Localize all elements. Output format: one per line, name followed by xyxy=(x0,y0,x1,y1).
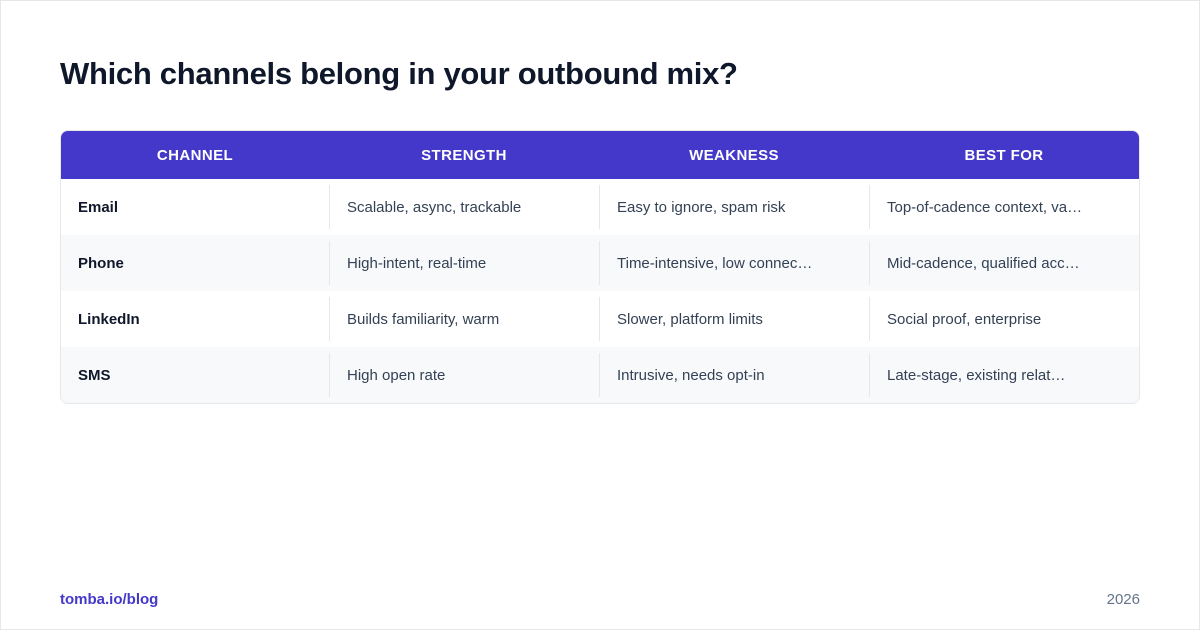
cell-weakness: Easy to ignore, spam risk xyxy=(599,185,869,229)
cell-text: Builds familiarity, warm xyxy=(347,310,500,328)
cell-text: Slower, platform limits xyxy=(617,310,763,328)
header-weakness: WEAKNESS xyxy=(689,146,779,164)
table-row: Phone High-intent, real-time Time-intens… xyxy=(61,235,1139,291)
page-title: Which channels belong in your outbound m… xyxy=(60,56,738,91)
header-best-for: BEST FOR xyxy=(964,146,1044,164)
footer-year: 2026 xyxy=(1106,591,1140,608)
cell-strength: High open rate xyxy=(329,353,599,397)
cell-channel: LinkedIn xyxy=(61,297,329,341)
cell-best-for: Late-stage, existing relat… xyxy=(869,353,1139,397)
cell-text: Time-intensive, low connec… xyxy=(617,254,813,272)
cell-strength: High-intent, real-time xyxy=(329,241,599,285)
header-channel: CHANNEL xyxy=(156,146,234,164)
cell-text: Social proof, enterprise xyxy=(887,310,1042,328)
cell-channel: Phone xyxy=(61,241,329,285)
cell-text: Mid-cadence, qualified acc… xyxy=(887,254,1080,272)
table-row: LinkedIn Builds familiarity, warm Slower… xyxy=(61,291,1139,347)
cell-text: Phone xyxy=(78,254,124,272)
cell-best-for: Social proof, enterprise xyxy=(869,297,1139,341)
cell-text: Intrusive, needs opt-in xyxy=(617,366,765,384)
cell-best-for: Top-of-cadence context, va… xyxy=(869,185,1139,229)
cell-best-for: Mid-cadence, qualified acc… xyxy=(869,241,1139,285)
cell-text: LinkedIn xyxy=(78,310,140,328)
cell-channel: SMS xyxy=(61,353,329,397)
cell-weakness: Slower, platform limits xyxy=(599,297,869,341)
cell-strength: Scalable, async, trackable xyxy=(329,185,599,229)
cell-text: Easy to ignore, spam risk xyxy=(617,198,786,216)
cell-text: Top-of-cadence context, va… xyxy=(887,198,1083,216)
blog-link[interactable]: tomba.io/blog xyxy=(60,591,158,608)
cell-strength: Builds familiarity, warm xyxy=(329,297,599,341)
table-row: Email Scalable, async, trackable Easy to… xyxy=(61,179,1139,235)
cell-text: Scalable, async, trackable xyxy=(347,198,522,216)
cell-text: Email xyxy=(78,198,119,216)
cell-text: High-intent, real-time xyxy=(347,254,487,272)
header-strength: STRENGTH xyxy=(421,146,507,164)
cell-text: High open rate xyxy=(347,366,446,384)
cell-text: Late-stage, existing relat… xyxy=(887,366,1066,384)
channels-table: CHANNEL STRENGTH WEAKNESS BEST FOR Email… xyxy=(60,130,1140,404)
cell-weakness: Intrusive, needs opt-in xyxy=(599,353,869,397)
cell-text: SMS xyxy=(78,366,111,384)
page: Which channels belong in your outbound m… xyxy=(0,0,1200,630)
cell-channel: Email xyxy=(61,185,329,229)
cell-weakness: Time-intensive, low connec… xyxy=(599,241,869,285)
table-header: CHANNEL STRENGTH WEAKNESS BEST FOR xyxy=(61,131,1139,179)
table-row: SMS High open rate Intrusive, needs opt-… xyxy=(61,347,1139,403)
